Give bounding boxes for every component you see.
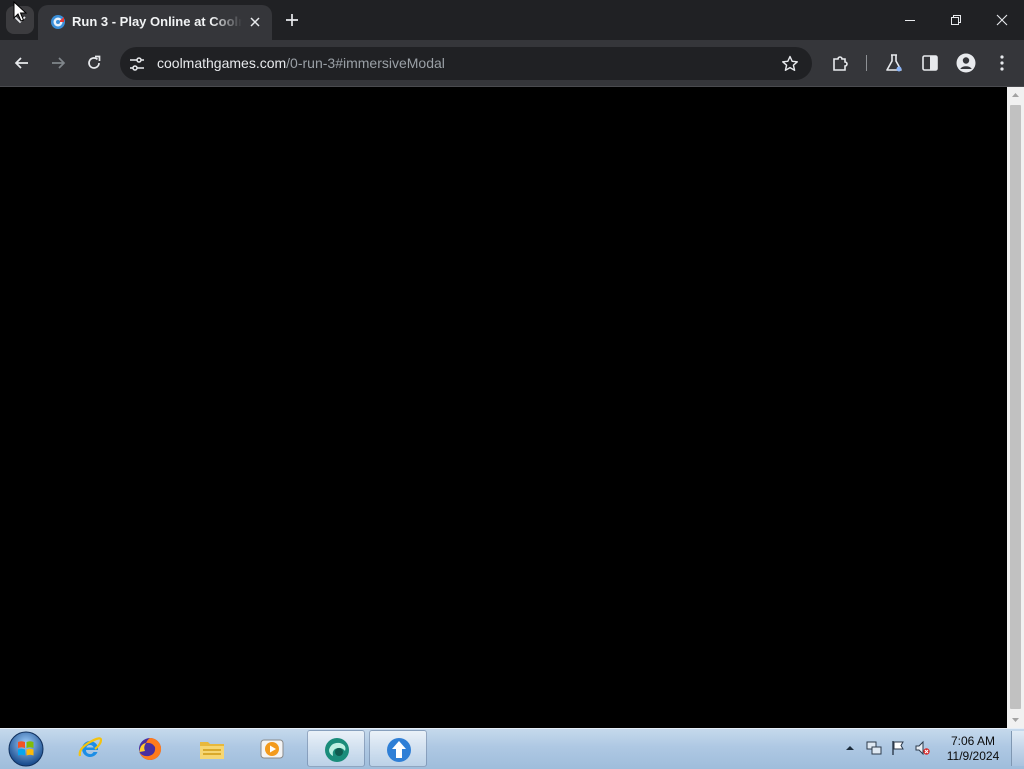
kebab-menu-icon bbox=[1000, 55, 1004, 71]
back-button[interactable] bbox=[10, 51, 34, 75]
menu-button[interactable] bbox=[990, 51, 1014, 75]
scroll-thumb[interactable] bbox=[1010, 105, 1021, 709]
side-panel-icon bbox=[922, 55, 938, 71]
upload-globe-icon bbox=[387, 738, 411, 762]
internet-explorer-icon bbox=[78, 737, 103, 757]
system-clock[interactable]: 7:06 AM 11/9/2024 bbox=[940, 734, 1006, 764]
flask-icon bbox=[886, 54, 902, 72]
volume-muted-icon[interactable] bbox=[914, 740, 930, 756]
folder-icon bbox=[200, 742, 224, 759]
url-host: coolmathgames.com bbox=[157, 55, 287, 71]
network-icon[interactable] bbox=[866, 740, 882, 756]
firefox-icon bbox=[139, 737, 162, 760]
page-content[interactable] bbox=[0, 87, 1007, 728]
minimize-button[interactable] bbox=[886, 0, 932, 40]
arrow-right-icon bbox=[52, 57, 66, 69]
url-text[interactable]: coolmathgames.com/0-run-3#immersiveModal bbox=[157, 55, 445, 71]
close-window-button[interactable] bbox=[978, 0, 1024, 40]
start-orb-icon[interactable] bbox=[6, 730, 46, 768]
reload-button[interactable] bbox=[82, 51, 106, 75]
action-center-flag-icon[interactable] bbox=[890, 740, 906, 756]
clock-date: 11/9/2024 bbox=[946, 749, 1000, 763]
minimize-icon bbox=[905, 20, 915, 21]
mouse-cursor-icon bbox=[13, 1, 27, 22]
profile-avatar-icon bbox=[956, 53, 976, 73]
taskbar-file-explorer[interactable] bbox=[183, 730, 241, 767]
windows-taskbar: 7:06 AM 11/9/2024 bbox=[0, 728, 1024, 769]
toolbar-divider bbox=[866, 55, 867, 71]
reload-icon bbox=[88, 55, 101, 69]
side-panel-button[interactable] bbox=[918, 51, 942, 75]
bookmark-star-icon[interactable] bbox=[780, 54, 800, 74]
restore-button[interactable] bbox=[932, 0, 978, 40]
puzzle-icon bbox=[833, 56, 848, 71]
clock-time: 7:06 AM bbox=[950, 734, 996, 748]
tab-title: Run 3 - Play Online at Coolmath Games bbox=[72, 14, 242, 29]
browser-toolbar: coolmathgames.com/0-run-3#immersiveModal bbox=[0, 40, 1024, 87]
media-player-icon bbox=[260, 739, 284, 759]
taskbar-internet-explorer[interactable] bbox=[61, 730, 119, 767]
site-settings-icon[interactable] bbox=[128, 55, 146, 73]
address-bar[interactable]: coolmathgames.com/0-run-3#immersiveModal bbox=[120, 47, 812, 80]
restore-icon bbox=[951, 15, 961, 25]
url-path: /0-run-3#immersiveModal bbox=[286, 55, 445, 71]
show-desktop-button[interactable] bbox=[1011, 731, 1024, 766]
close-icon[interactable] bbox=[246, 13, 264, 31]
new-tab-plus-icon[interactable] bbox=[282, 10, 302, 30]
extensions-button[interactable] bbox=[829, 51, 853, 75]
arrow-left-icon bbox=[14, 57, 28, 69]
taskbar-chrome-app[interactable] bbox=[307, 730, 365, 767]
forward-button[interactable] bbox=[46, 51, 70, 75]
scroll-up-arrow-icon[interactable] bbox=[1007, 87, 1024, 104]
labs-button[interactable] bbox=[882, 51, 906, 75]
vertical-scrollbar[interactable] bbox=[1007, 87, 1024, 728]
taskbar-firefox[interactable] bbox=[121, 730, 179, 767]
scroll-down-arrow-icon[interactable] bbox=[1007, 711, 1024, 728]
taskbar-install-app[interactable] bbox=[369, 730, 427, 767]
profile-button[interactable] bbox=[954, 51, 978, 75]
coolmath-favicon-icon bbox=[51, 15, 65, 29]
close-window-icon bbox=[996, 14, 1008, 26]
tray-expand-icon[interactable] bbox=[845, 743, 855, 753]
taskbar-media-player[interactable] bbox=[243, 730, 301, 767]
tab-strip: Run 3 - Play Online at Coolmath Games bbox=[0, 0, 1024, 40]
tab-active[interactable]: Run 3 - Play Online at Coolmath Games bbox=[38, 5, 272, 40]
teal-app-icon bbox=[325, 738, 349, 762]
